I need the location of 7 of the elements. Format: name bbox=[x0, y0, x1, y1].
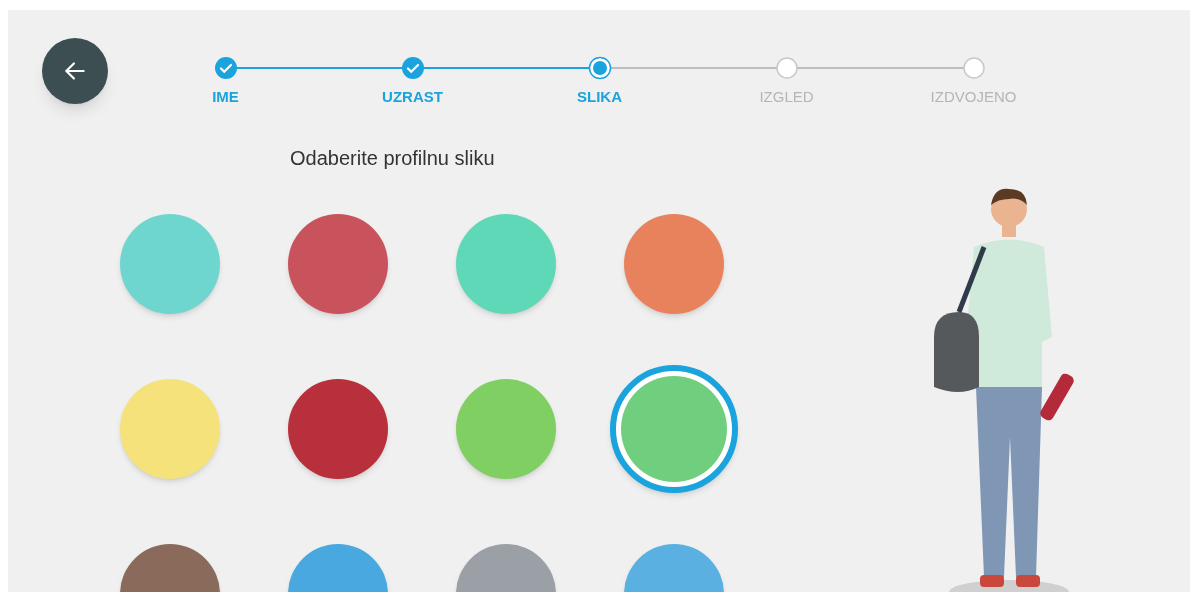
heading: Odaberite profilnu sliku bbox=[290, 145, 496, 171]
step-label[interactable]: IZDVOJENO bbox=[930, 86, 1017, 109]
step-label[interactable]: IME bbox=[212, 86, 239, 109]
step-label[interactable]: SLIKA bbox=[577, 86, 622, 109]
step-label[interactable]: IZGLED bbox=[759, 86, 814, 109]
back-button[interactable] bbox=[42, 38, 108, 104]
step-label[interactable]: UZRAST bbox=[382, 86, 443, 109]
